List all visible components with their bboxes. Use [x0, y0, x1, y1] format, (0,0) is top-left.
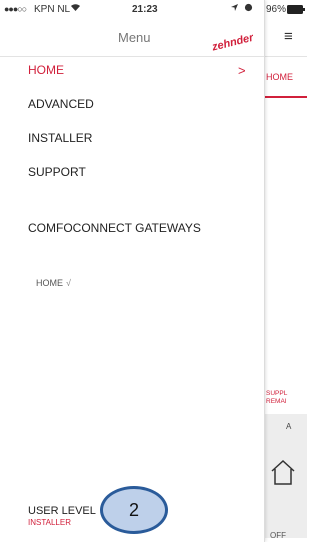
background-app: ≡ HOME SUPPL REMAI A OFF: [264, 22, 307, 542]
background-header-divider: [264, 56, 307, 57]
menu-item-advanced[interactable]: ADVANCED: [28, 97, 94, 111]
battery-icon: [287, 5, 305, 17]
menu-header: Menu zehnder: [0, 22, 264, 57]
background-tab-home[interactable]: HOME: [266, 72, 293, 82]
alarm-icon: [244, 3, 253, 15]
user-level-badge: 2: [100, 486, 168, 534]
app-frame: ●●●○○ KPN NL 21:23 96% ≡ HOME SUPPL REMA…: [0, 0, 307, 542]
battery-percent: 96%: [266, 4, 287, 15]
carrier-name: KPN NL: [34, 4, 71, 15]
svg-text:zehnder: zehnder: [210, 32, 253, 52]
check-icon: √: [66, 278, 71, 288]
background-tab-indicator: [264, 96, 307, 98]
house-icon[interactable]: [270, 458, 296, 486]
background-mode-button[interactable]: A: [286, 422, 291, 431]
gateways-header: COMFOCONNECT GATEWAYS: [28, 221, 201, 235]
menu-title: Menu: [118, 30, 151, 45]
gateway-item-home[interactable]: HOME √: [36, 278, 71, 288]
zehnder-logo: zehnder: [210, 32, 253, 52]
background-off-label[interactable]: OFF: [270, 531, 286, 540]
menu-item-support[interactable]: SUPPORT: [28, 165, 86, 179]
hamburger-menu-icon[interactable]: ≡: [284, 28, 293, 45]
location-icon: [230, 3, 239, 15]
wifi-icon: [70, 2, 81, 15]
clock: 21:23: [132, 4, 158, 15]
chevron-right-icon: >: [238, 63, 246, 78]
status-bar: ●●●○○ KPN NL 21:23 96%: [0, 0, 307, 22]
menu-item-installer[interactable]: INSTALLER: [28, 131, 92, 145]
gateway-name: HOME: [36, 278, 63, 288]
user-level-value: INSTALLER: [28, 518, 71, 527]
signal-strength: ●●●○○: [4, 4, 27, 14]
menu-item-home[interactable]: HOME: [28, 63, 64, 77]
background-supply-text: SUPPL REMAI: [266, 390, 288, 405]
side-menu: Menu zehnder HOME > ADVANCED INSTALLER S…: [0, 0, 265, 542]
user-level-label: USER LEVEL: [28, 505, 96, 517]
